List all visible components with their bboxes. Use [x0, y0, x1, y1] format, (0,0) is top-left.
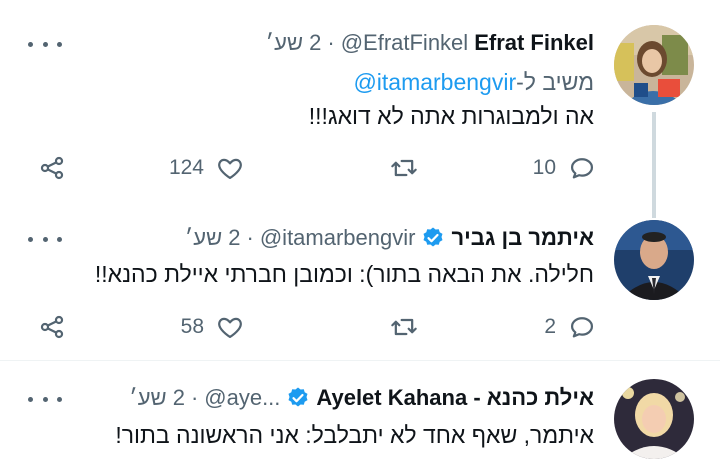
like-button[interactable]: 58 — [181, 307, 244, 347]
reply-icon — [570, 158, 594, 179]
separator-dot: · — [190, 385, 199, 410]
more-icon[interactable] — [28, 389, 62, 409]
verified-badge-icon — [423, 227, 443, 247]
like-count: 124 — [168, 156, 204, 179]
retweet-button[interactable] — [390, 148, 418, 188]
tweet-text: איתמר, שאף אחד לא יתבלבל: אני הראשונה בת… — [115, 422, 594, 448]
reply-button[interactable]: 2 — [544, 307, 596, 347]
retweet-icon — [391, 318, 417, 336]
avatar-efrat[interactable] — [614, 25, 694, 105]
author-handle[interactable]: @EfratFinkel — [341, 30, 468, 56]
tweet-actions: 10 124 — [0, 148, 720, 188]
tweet-efrat[interactable]: Efrat Finkel @EfratFinkel · 2 שע׳ משיב ל… — [0, 0, 720, 200]
share-icon — [40, 315, 64, 339]
verified-badge-icon — [288, 387, 308, 407]
author-name[interactable]: אילת כהנא - Ayelet Kahana — [316, 385, 594, 411]
like-icon — [218, 317, 242, 339]
reply-thread: Efrat Finkel @EfratFinkel · 2 שע׳ משיב ל… — [0, 0, 720, 467]
tweet-text: חלילה. את הבאה בתור): וכמובן חברתי איילת… — [94, 261, 594, 287]
reply-count: 10 — [532, 156, 556, 179]
tweet-actions: 2 58 — [0, 307, 720, 347]
reply-icon — [570, 317, 594, 338]
share-button[interactable] — [38, 307, 66, 347]
replying-to-label: משיב ל- — [516, 69, 594, 95]
tweet-ayelet[interactable]: אילת כהנא - Ayelet Kahana @aye... · 2 שע… — [0, 361, 720, 467]
tweet-itamar[interactable]: איתמר בן גביר @itamarbengvir · 2 שע׳ חלי… — [0, 200, 720, 360]
tweet-header: איתמר בן גביר @itamarbengvir · 2 שע׳ — [80, 221, 594, 255]
more-icon[interactable] — [28, 229, 62, 249]
author-name[interactable]: Efrat Finkel — [474, 30, 594, 56]
tweet-header: אילת כהנא - Ayelet Kahana @aye... · 2 שע… — [80, 381, 594, 415]
avatar-efrat-image — [614, 25, 694, 105]
avatar-itamar[interactable] — [614, 220, 694, 300]
tweet-time[interactable]: 2 שע׳ — [266, 30, 322, 56]
avatar-ayelet[interactable] — [614, 379, 694, 459]
tweet-time[interactable]: 2 שע׳ — [185, 225, 241, 251]
author-handle[interactable]: @aye... — [204, 385, 280, 411]
reply-button[interactable]: 10 — [533, 148, 596, 188]
like-count: 58 — [180, 315, 204, 338]
retweet-icon — [391, 159, 417, 177]
replying-to-handle[interactable]: @itamarbengvir — [353, 69, 516, 95]
replying-to: משיב ל-@itamarbengvir — [36, 66, 594, 98]
avatar-ayelet-image — [614, 379, 694, 459]
avatar-itamar-image — [614, 220, 694, 300]
author-handle[interactable]: @itamarbengvir — [260, 225, 416, 251]
retweet-button[interactable] — [390, 307, 418, 347]
share-icon — [40, 156, 64, 180]
tweet-text: אה ולמבוגרות אתה לא דואג!!! — [308, 103, 594, 129]
separator-dot: · — [246, 225, 254, 250]
more-icon[interactable] — [28, 34, 62, 54]
tweet-time[interactable]: 2 שע׳ — [129, 385, 185, 411]
like-button[interactable]: 124 — [169, 148, 244, 188]
author-name[interactable]: איתמר בן גביר — [451, 225, 594, 251]
separator-dot: · — [327, 30, 335, 55]
like-icon — [218, 158, 242, 180]
share-button[interactable] — [38, 148, 66, 188]
tweet-header: Efrat Finkel @EfratFinkel · 2 שע׳ — [80, 26, 594, 60]
reply-count: 2 — [544, 315, 556, 338]
